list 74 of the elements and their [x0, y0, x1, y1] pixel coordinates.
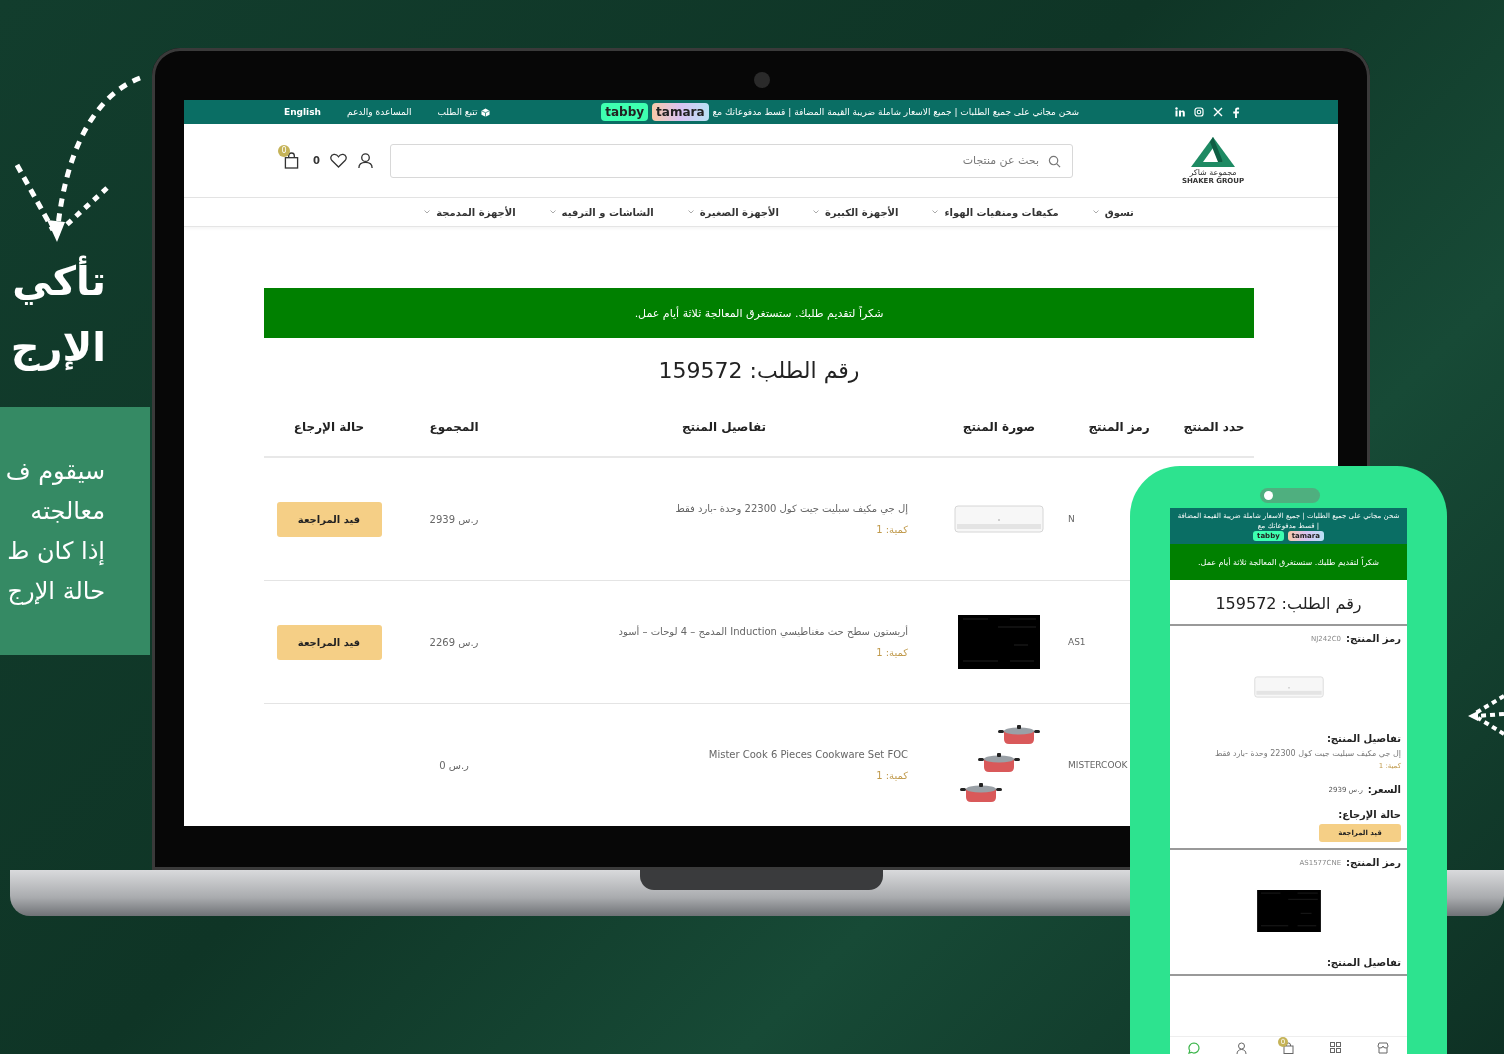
- shopping-bag-icon[interactable]: [1283, 1042, 1294, 1054]
- phone-notch: [1260, 488, 1320, 503]
- row-total: 0 ر.س: [439, 759, 469, 771]
- chevron-down-icon: [812, 210, 819, 214]
- wishlist-count: 0: [313, 155, 320, 166]
- chevron-down-icon: [1092, 210, 1099, 214]
- headline: تأكي الإرج: [0, 248, 106, 380]
- user-icon[interactable]: [357, 152, 374, 169]
- product-quantity: كمية: 1: [876, 770, 908, 781]
- product-quantity: كمية: 1: [876, 524, 908, 535]
- store-icon[interactable]: [1377, 1042, 1389, 1054]
- nav-menu-item[interactable]: الشاشات و الترفيه: [561, 206, 654, 218]
- column-header: صورة المنتج: [962, 420, 1036, 434]
- chat-bubble-icon[interactable]: [1188, 1042, 1200, 1054]
- grid-icon[interactable]: [1330, 1042, 1341, 1053]
- field-label: رمز المنتج:: [1346, 633, 1401, 644]
- x-icon[interactable]: [1213, 107, 1223, 117]
- product-name: إل جي مكيف سبليت جيت كول 22300 وحدة -بارد فقط: [1214, 749, 1401, 758]
- product-code: N: [1068, 514, 1075, 524]
- search-field[interactable]: بحث عن منتجات: [390, 143, 1073, 178]
- return-status-button[interactable]: قيد المراجعة: [276, 624, 382, 660]
- order-number-title: رقم الطلب: 159572: [1170, 594, 1407, 626]
- product-name: أريستون سطح حث مغناطيسي Induction المدمج – 4 لوحات – أسود: [618, 626, 908, 637]
- cart-count-badge: 0: [278, 145, 291, 157]
- column-header: حدد المنتج: [1183, 420, 1245, 434]
- dashed-burst-drawing: [1468, 692, 1504, 738]
- banner-message: شكراً لتقديم طلبك. ستستغرق المعالجة ثلاثة أيام عمل.: [634, 306, 884, 320]
- logo-triangle-icon: [1190, 136, 1236, 168]
- air-conditioner-image: [1253, 675, 1324, 699]
- nav-menu-item[interactable]: مكيفات ومنقيات الهواء: [944, 206, 1059, 218]
- help-link[interactable]: المساعدة والدعم: [346, 107, 412, 117]
- product-code: MISTERCOOK: [1068, 760, 1128, 770]
- product-name: Mister Cook 6 Pieces Cookware Set FOC: [708, 749, 908, 760]
- field-label: السعر:: [1367, 784, 1401, 795]
- chevron-down-icon: [932, 210, 939, 214]
- chevron-down-icon: [424, 210, 431, 214]
- instagram-icon[interactable]: [1194, 107, 1204, 117]
- chevron-down-icon: [687, 210, 694, 214]
- nav-menu-item[interactable]: الأجهزة المدمجة: [436, 206, 516, 218]
- column-header: تفاصيل المنتج: [681, 420, 767, 434]
- product-code: AS1: [1068, 637, 1086, 647]
- nav-menu-item[interactable]: تسوق: [1104, 206, 1134, 218]
- column-header: رمز المنتج: [1088, 420, 1150, 434]
- banner-message: شكراً لتقديم طلبك. ستستغرق المعالجة ثلاثة أيام عمل.: [1198, 557, 1379, 567]
- chevron-down-icon: [549, 210, 556, 214]
- shipping-notice: شحن مجاني على جميع الطلبات | جميع الاسعار شاملة ضريبة القيمة المضافة | قسط مدفوعاتك مع: [712, 107, 1079, 117]
- facebook-icon[interactable]: [1232, 106, 1240, 118]
- webcam-dot: [754, 72, 770, 88]
- cooktop-image: [1256, 890, 1321, 932]
- column-header: المجموع: [429, 420, 479, 434]
- linkedin-icon[interactable]: [1175, 107, 1185, 117]
- payment-badge: tamara: [652, 103, 709, 121]
- return-status-button[interactable]: قيد المراجعة: [276, 501, 382, 537]
- row-total: 2269 ر.س: [429, 636, 479, 648]
- box-icon: [480, 107, 490, 117]
- field-label: رمز المنتج:: [1346, 857, 1401, 868]
- search-icon: [1048, 154, 1061, 168]
- nav-menu-item[interactable]: الأجهزة الصغيرة: [699, 206, 779, 218]
- product-quantity: كمية: 1: [876, 647, 908, 658]
- language-link[interactable]: English: [284, 107, 321, 117]
- product-name: إل جي مكيف سبليت جيت كول 22300 وحدة -بارد فقط: [675, 503, 908, 514]
- heart-icon[interactable]: [330, 153, 347, 168]
- track-order-link[interactable]: تتبع الطلب: [437, 107, 490, 117]
- payment-badge: tabby: [601, 103, 649, 121]
- field-label: تفاصيل المنتج:: [1326, 733, 1401, 744]
- column-header: حالة الإرجاع: [293, 420, 365, 434]
- promo-paragraph: سيقوم ف معالجته إذا كان ط حالة الإرج: [5, 456, 105, 607]
- field-label: حالة الإرجاع:: [1338, 809, 1401, 820]
- field-label: تفاصيل المنتج:: [1326, 957, 1401, 968]
- nav-menu-item[interactable]: الأجهزة الكبيرة: [824, 206, 899, 218]
- logo-text: مجموعة شاكر: [1189, 168, 1237, 177]
- order-number-title: رقم الطلب: 159572: [657, 358, 861, 386]
- shopping-bag-icon[interactable]: [284, 152, 300, 169]
- row-total: 2939 ر.س: [429, 513, 479, 525]
